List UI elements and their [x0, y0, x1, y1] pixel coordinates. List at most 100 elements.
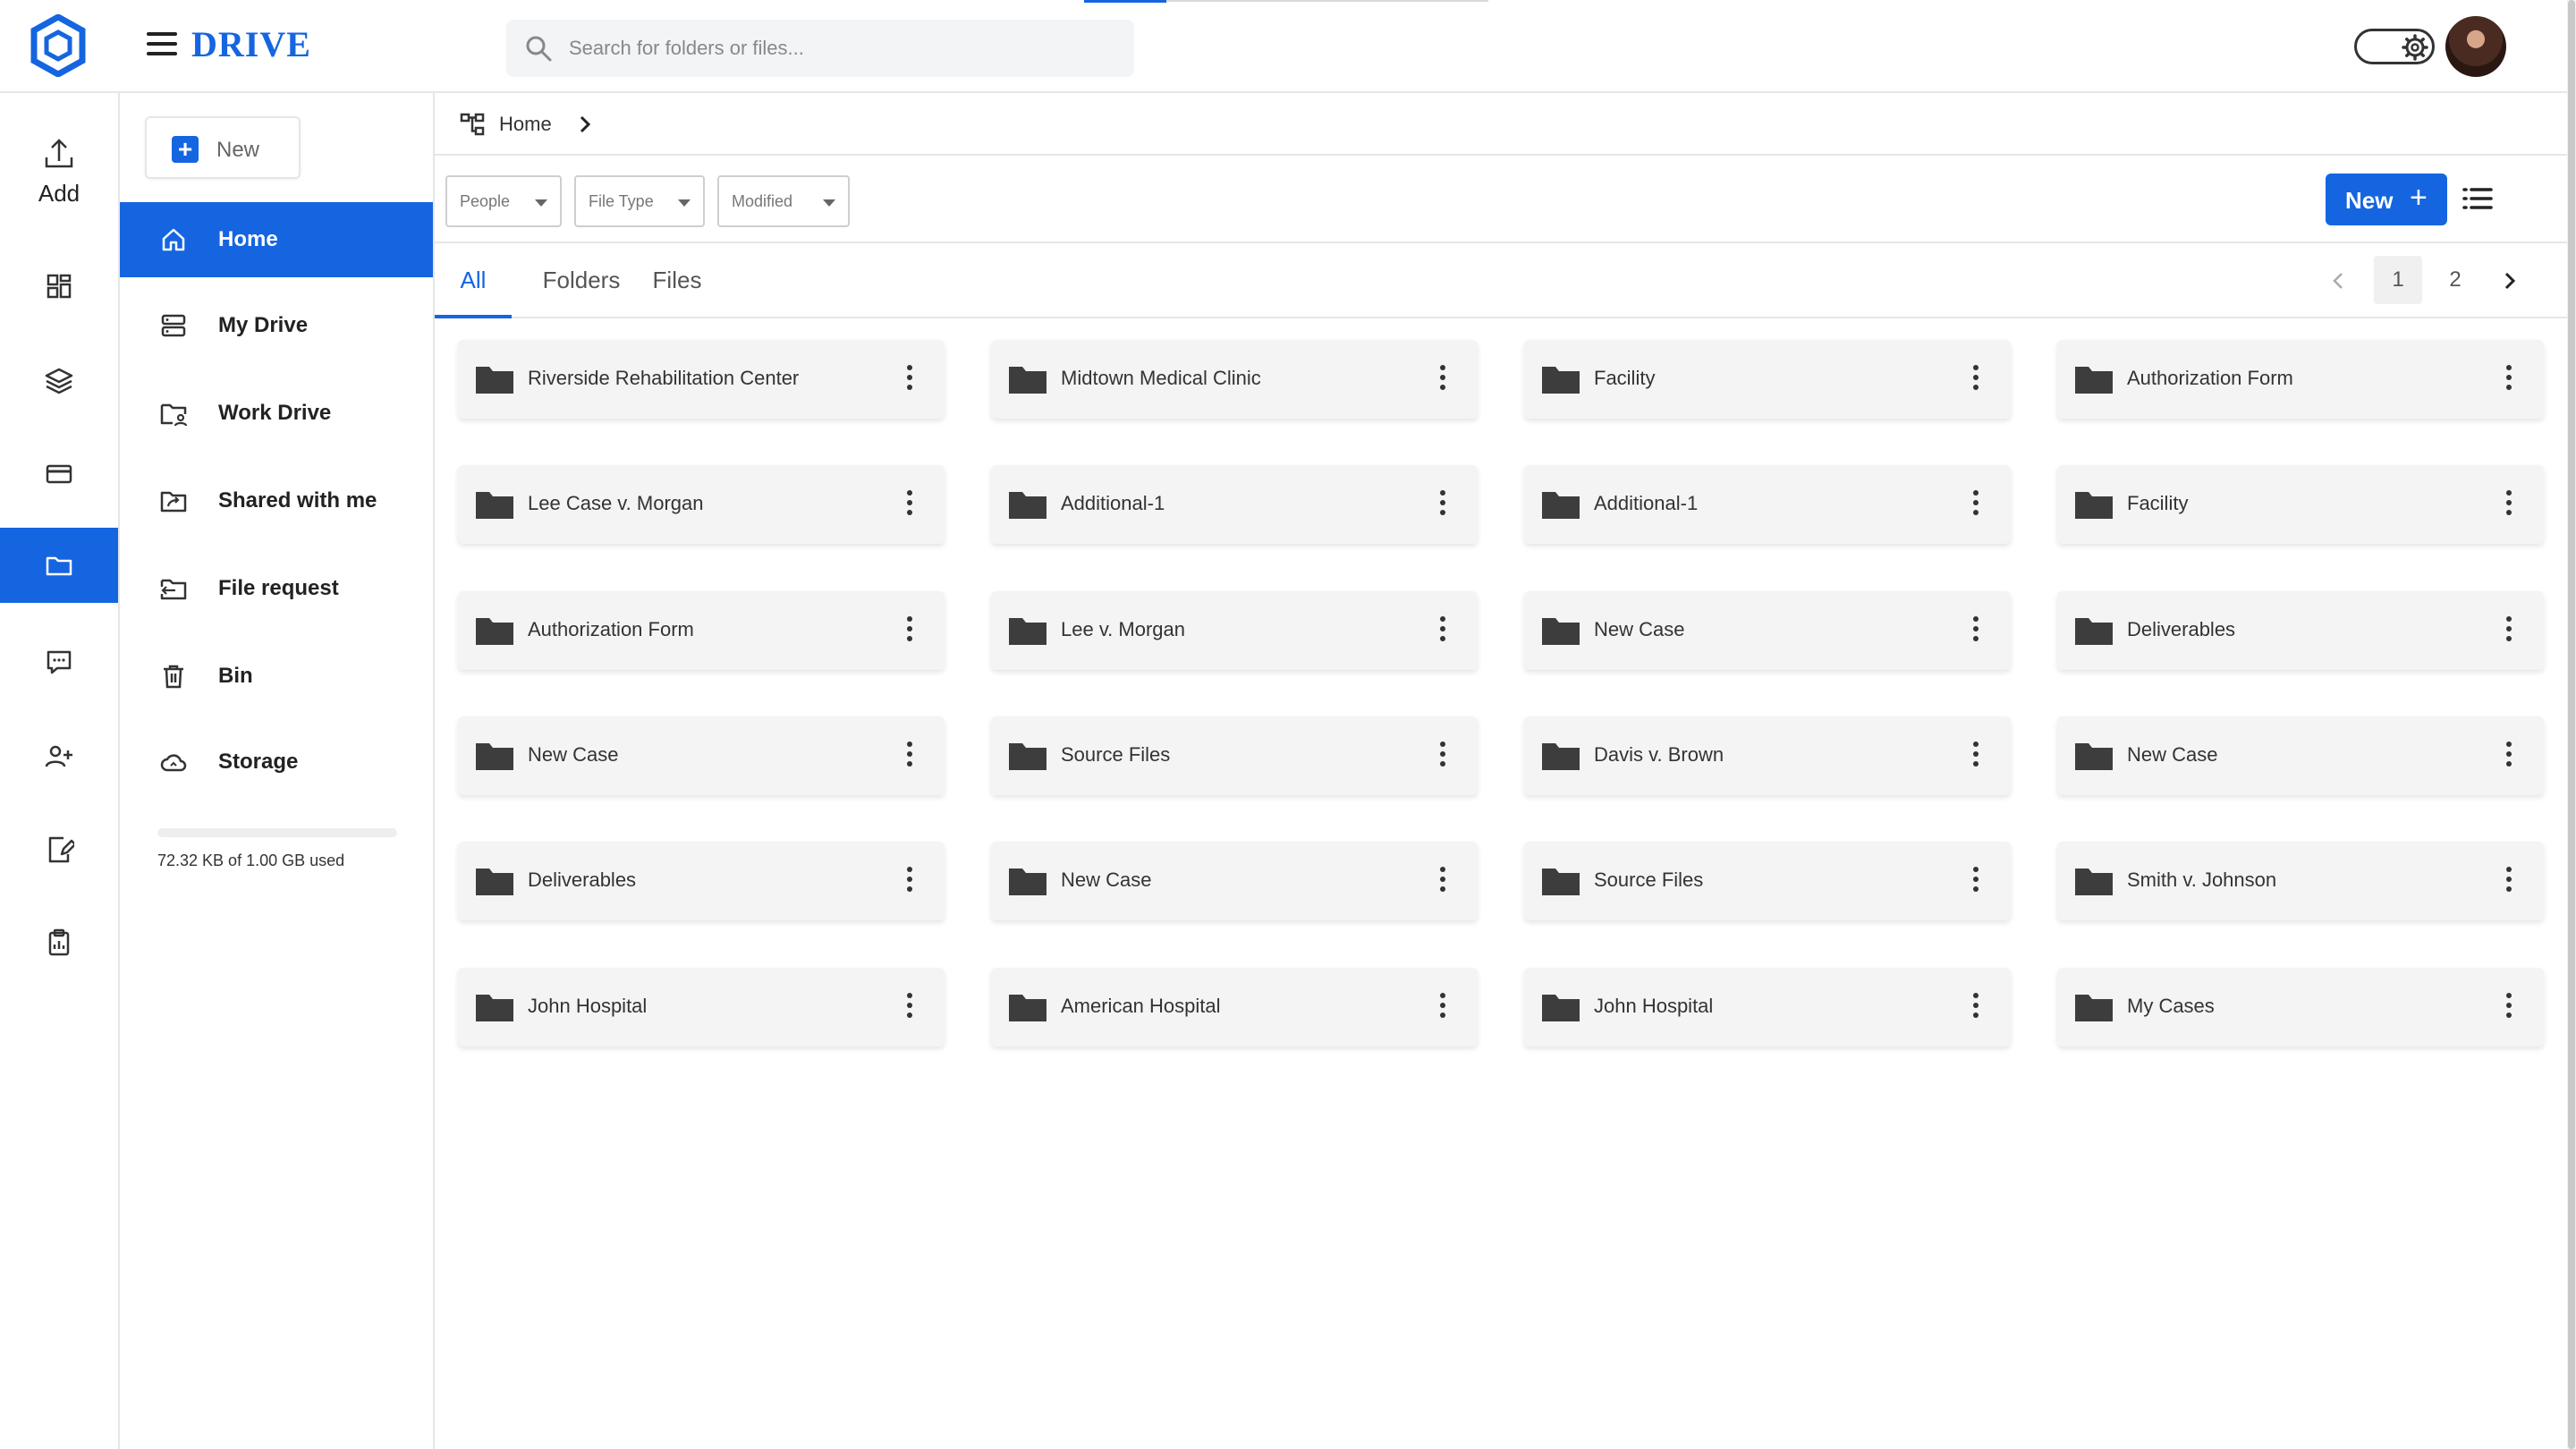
- trash-icon: [164, 665, 183, 689]
- more-options-icon[interactable]: [1971, 365, 1980, 394]
- folder-card[interactable]: Lee v. Morgan: [991, 591, 1478, 670]
- folder-card[interactable]: Facility: [2057, 465, 2544, 544]
- settings-toggle[interactable]: [2354, 29, 2435, 64]
- more-options-icon[interactable]: [1971, 741, 1980, 770]
- scrollbar-thumb[interactable]: [2568, 0, 2575, 1449]
- filter-file-type[interactable]: File Type: [574, 175, 705, 227]
- tab-files[interactable]: Files: [646, 243, 708, 318]
- folder-name: Lee v. Morgan: [1061, 618, 1186, 640]
- folder-icon: [1009, 367, 1046, 394]
- rail-item-files[interactable]: [0, 528, 118, 603]
- more-options-icon[interactable]: [1971, 867, 1980, 895]
- folder-card[interactable]: Authorization Form: [458, 591, 945, 670]
- sidebar-item-my-drive[interactable]: My Drive: [120, 288, 433, 363]
- rail-item-layers[interactable]: [0, 343, 118, 419]
- more-options-icon[interactable]: [905, 741, 914, 770]
- more-options-icon[interactable]: [1438, 741, 1447, 770]
- page-2[interactable]: 2: [2431, 256, 2479, 304]
- more-options-icon[interactable]: [2504, 993, 2513, 1021]
- rail-item-contacts[interactable]: [0, 719, 118, 794]
- rail-item-cards[interactable]: [0, 436, 118, 512]
- folder-name: Smith v. Johnson: [2127, 869, 2277, 891]
- sidebar-new-button[interactable]: + New: [145, 116, 301, 179]
- tab-all[interactable]: All: [435, 243, 512, 318]
- sidebar-item-bin[interactable]: Bin: [120, 639, 433, 714]
- more-options-icon[interactable]: [1438, 365, 1447, 394]
- filter-people[interactable]: People: [445, 175, 562, 227]
- folder-card[interactable]: Midtown Medical Clinic: [991, 340, 1478, 419]
- sidebar-item-home[interactable]: Home: [120, 202, 433, 277]
- caret-down-icon: [535, 199, 547, 207]
- folder-name: Davis v. Brown: [1594, 743, 1724, 766]
- folder-card[interactable]: American Hospital: [991, 968, 1478, 1046]
- user-avatar[interactable]: [2445, 16, 2506, 77]
- app-logo-icon[interactable]: [30, 14, 86, 77]
- more-options-icon[interactable]: [905, 867, 914, 895]
- more-options-icon[interactable]: [1438, 867, 1447, 895]
- folder-card[interactable]: Riverside Rehabilitation Center: [458, 340, 945, 419]
- more-options-icon[interactable]: [1438, 616, 1447, 645]
- breadcrumb-home[interactable]: Home: [499, 113, 552, 136]
- folder-card[interactable]: Deliverables: [458, 842, 945, 920]
- more-options-icon[interactable]: [2504, 867, 2513, 895]
- folder-card[interactable]: Source Files: [1524, 842, 2011, 920]
- folder-card[interactable]: Additional-1: [1524, 465, 2011, 544]
- file-request-icon: [160, 579, 187, 600]
- rail-add-button[interactable]: Add: [0, 136, 118, 208]
- folder-card[interactable]: Deliverables: [2057, 591, 2544, 670]
- folder-name: John Hospital: [1594, 995, 1714, 1017]
- folder-card[interactable]: Facility: [1524, 340, 2011, 419]
- more-options-icon[interactable]: [1438, 490, 1447, 519]
- list-view-icon[interactable]: [2462, 182, 2494, 215]
- more-options-icon[interactable]: [905, 616, 914, 645]
- more-options-icon[interactable]: [2504, 365, 2513, 394]
- folder-name: New Case: [1061, 869, 1152, 891]
- more-options-icon[interactable]: [1971, 993, 1980, 1021]
- folder-card[interactable]: Source Files: [991, 716, 1478, 795]
- more-options-icon[interactable]: [2504, 616, 2513, 645]
- search-box[interactable]: [506, 20, 1134, 77]
- more-options-icon[interactable]: [2504, 490, 2513, 519]
- clipboard-icon: [48, 928, 70, 956]
- sidebar-item-file-request[interactable]: File request: [120, 551, 433, 626]
- more-options-icon[interactable]: [905, 365, 914, 394]
- folder-card[interactable]: New Case: [991, 842, 1478, 920]
- folder-card[interactable]: Davis v. Brown: [1524, 716, 2011, 795]
- folder-card[interactable]: Lee Case v. Morgan: [458, 465, 945, 544]
- page-1[interactable]: 1: [2374, 256, 2422, 304]
- rail-item-dashboard[interactable]: [0, 249, 118, 324]
- folder-icon: [1542, 995, 1580, 1021]
- folder-card[interactable]: Smith v. Johnson: [2057, 842, 2544, 920]
- folder-card[interactable]: John Hospital: [458, 968, 945, 1046]
- search-input[interactable]: [569, 20, 1106, 77]
- filter-modified[interactable]: Modified: [717, 175, 850, 227]
- tab-folders[interactable]: Folders: [535, 243, 628, 318]
- folder-card[interactable]: New Case: [2057, 716, 2544, 795]
- chevron-right-icon[interactable]: [2501, 270, 2519, 292]
- more-options-icon[interactable]: [905, 490, 914, 519]
- folder-card[interactable]: New Case: [458, 716, 945, 795]
- sidebar-item-shared[interactable]: Shared with me: [120, 463, 433, 538]
- more-options-icon[interactable]: [1438, 993, 1447, 1021]
- sidebar-item-storage[interactable]: Storage: [120, 724, 433, 800]
- folder-card[interactable]: Additional-1: [991, 465, 1478, 544]
- rail-item-tasks[interactable]: [0, 905, 118, 980]
- sidebar-item-work-drive[interactable]: Work Drive: [120, 376, 433, 451]
- more-options-icon[interactable]: [2504, 741, 2513, 770]
- more-options-icon[interactable]: [1971, 616, 1980, 645]
- folder-card[interactable]: Authorization Form: [2057, 340, 2544, 419]
- folder-icon: [1009, 869, 1046, 895]
- rail-item-documents[interactable]: [0, 812, 118, 887]
- more-options-icon[interactable]: [1971, 490, 1980, 519]
- chevron-left-icon[interactable]: [2329, 270, 2347, 292]
- scrollbar[interactable]: [2567, 0, 2576, 1449]
- more-options-icon[interactable]: [905, 993, 914, 1021]
- folder-card[interactable]: New Case: [1524, 591, 2011, 670]
- folder-card[interactable]: John Hospital: [1524, 968, 2011, 1046]
- storage-progress: [157, 828, 397, 837]
- new-button[interactable]: New +: [2326, 174, 2447, 225]
- folder-card[interactable]: My Cases: [2057, 968, 2544, 1046]
- menu-icon[interactable]: [147, 32, 177, 57]
- rail-item-messages[interactable]: [0, 624, 118, 699]
- folder-name: Riverside Rehabilitation Center: [528, 367, 800, 389]
